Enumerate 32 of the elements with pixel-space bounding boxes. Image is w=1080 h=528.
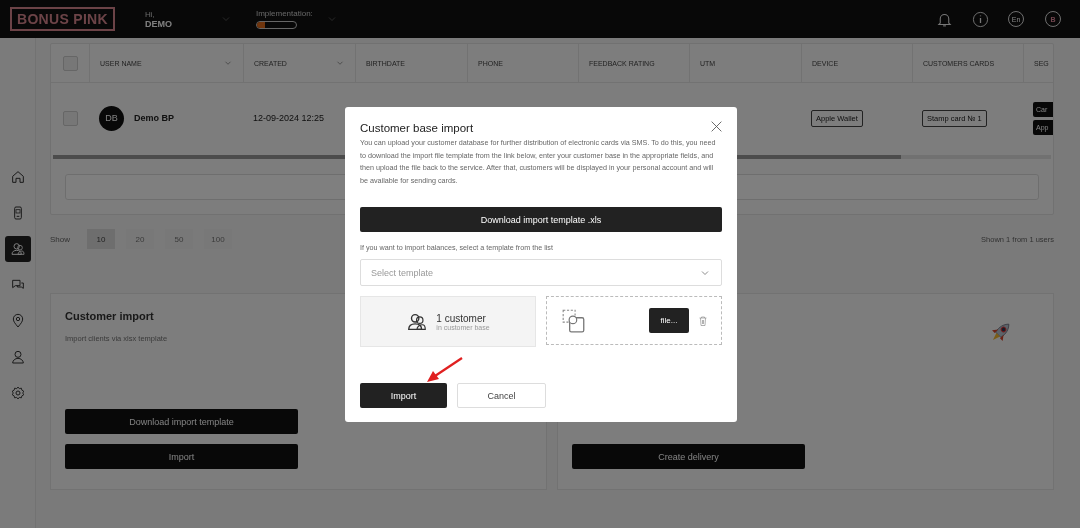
create-delivery-button[interactable]: Create delivery	[572, 444, 805, 469]
implementation-label: Implementation:	[255, 9, 314, 18]
cancel-button[interactable]: Cancel	[457, 383, 546, 408]
logo[interactable]: BONUS PINK	[10, 7, 115, 31]
home-icon	[9, 169, 26, 185]
greeting-text: Hi,	[144, 9, 156, 19]
sidebar-item[interactable]	[4, 236, 31, 262]
trash-icon[interactable]	[697, 314, 709, 327]
file-drop-area[interactable]: file...	[546, 296, 722, 345]
show-label: Show	[50, 234, 70, 244]
user-icon	[9, 349, 26, 365]
close-icon[interactable]	[710, 120, 723, 133]
info-icon[interactable]	[972, 10, 989, 28]
user-avatar: DB	[99, 105, 124, 131]
card-button[interactable]: Download import template	[65, 409, 298, 434]
choose-file-button[interactable]: file...	[649, 308, 689, 333]
card-button[interactable]: Import	[65, 444, 298, 469]
customer-count: 1 customer	[436, 312, 487, 324]
page-size-button[interactable]: 10	[87, 229, 115, 249]
card-title: Customer import	[65, 310, 154, 322]
import-button[interactable]: Import	[360, 383, 447, 408]
user-name: DEMO	[144, 18, 173, 29]
settings-icon	[9, 385, 26, 401]
user-name: Demo BP	[134, 113, 174, 123]
select-placeholder: Select template	[371, 267, 434, 278]
table-cell: 12-09-2024 12:25	[253, 113, 325, 123]
users-icon	[9, 241, 26, 257]
template-select[interactable]: Select template	[360, 259, 722, 286]
modal-title: Customer base import	[360, 122, 474, 134]
download-template-button[interactable]: Download import template .xls	[360, 207, 722, 232]
annotation-arrow	[427, 357, 463, 382]
file-upload-icon	[561, 307, 587, 334]
